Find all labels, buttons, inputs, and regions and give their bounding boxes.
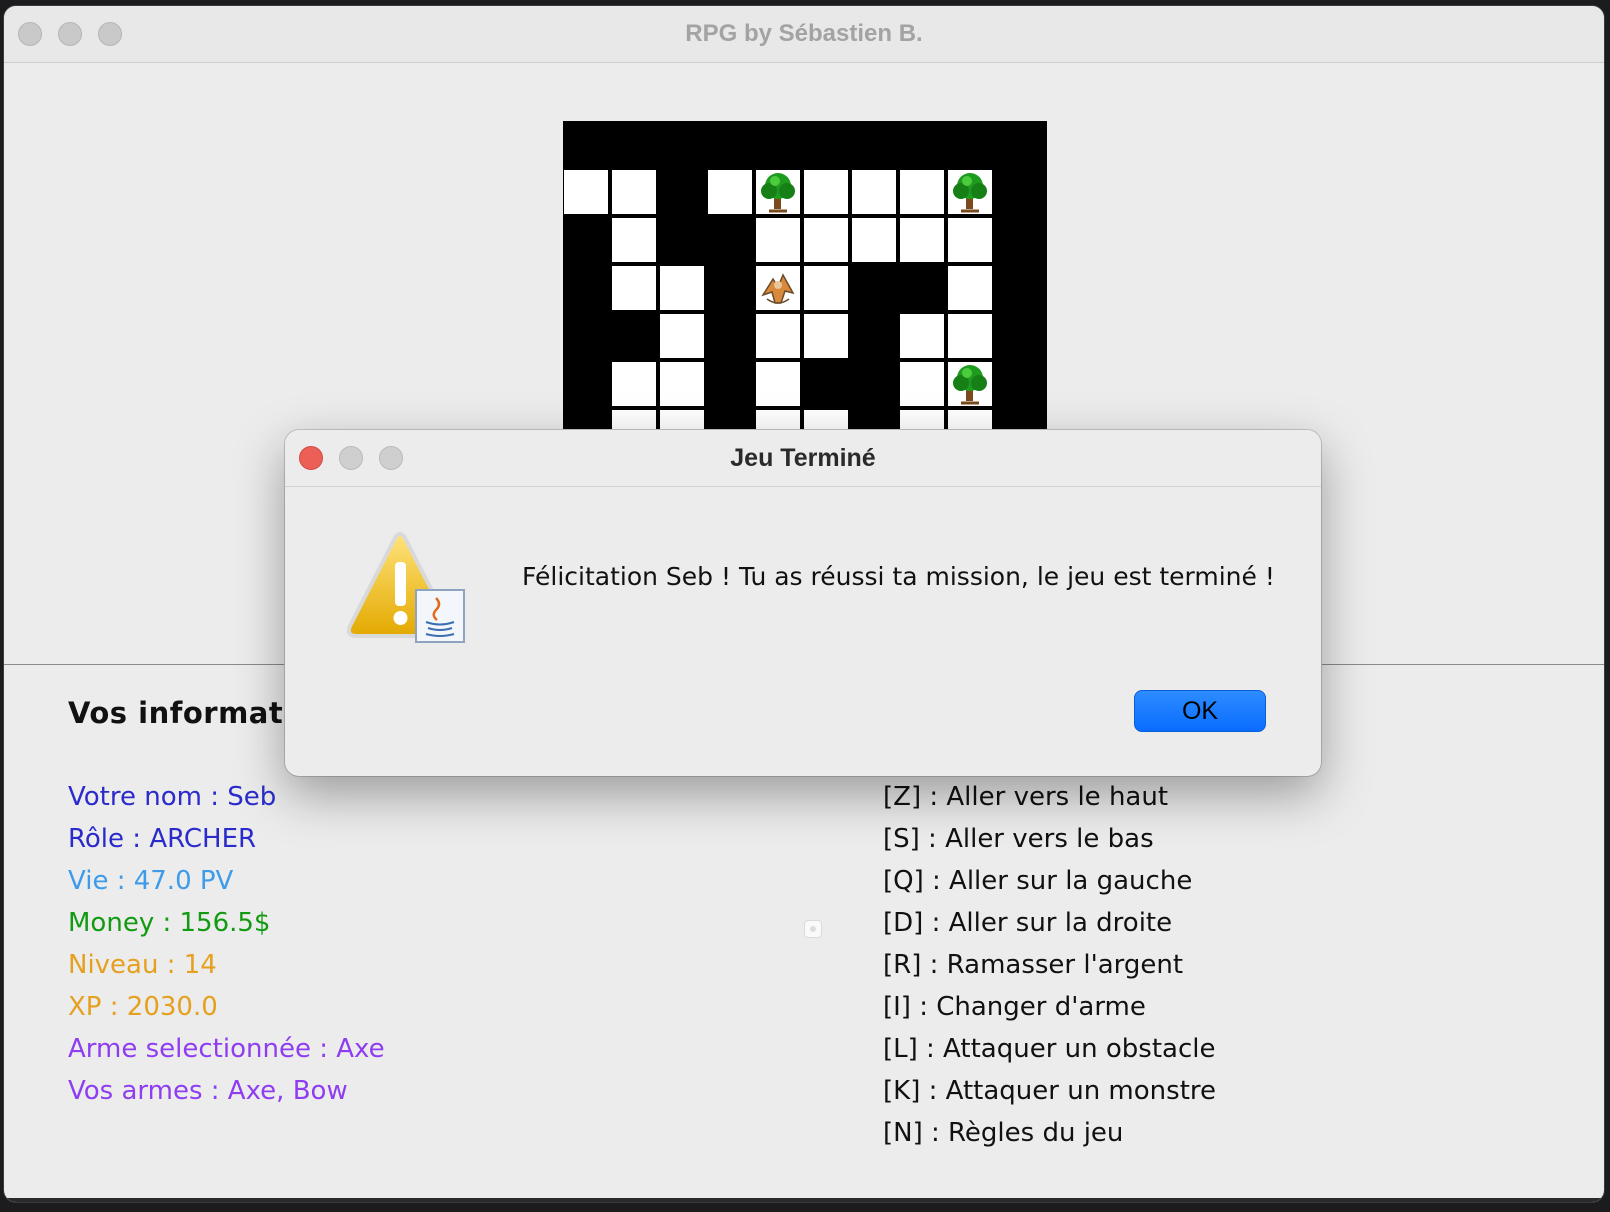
ok-button[interactable]: OK [1134, 690, 1266, 732]
control-hint: [Q] : Aller sur la gauche [883, 866, 1193, 896]
player-stat: Votre nom : Seb [68, 782, 277, 812]
floor-cell [803, 313, 849, 359]
floor-cell [755, 217, 801, 263]
floor-cell [755, 361, 801, 407]
floor-cell [899, 409, 945, 431]
dialog-titlebar[interactable]: Jeu Terminé [285, 430, 1321, 487]
floor-cell [611, 409, 657, 431]
tree-cell [947, 169, 993, 215]
control-hint: [K] : Attaquer un monstre [883, 1076, 1216, 1106]
control-hint: [I] : Changer d'arme [883, 992, 1146, 1022]
window-titlebar[interactable]: RPG by Sébastien B. [4, 6, 1604, 63]
floor-cell [659, 361, 705, 407]
player-stat: Rôle : ARCHER [68, 824, 257, 854]
game-board [563, 121, 1047, 431]
monster-cell [755, 265, 801, 311]
player-stat: Vos armes : Axe, Bow [68, 1076, 348, 1106]
control-hint: [N] : Règles du jeu [883, 1118, 1124, 1148]
floor-cell [899, 169, 945, 215]
floor-cell [755, 313, 801, 359]
control-hint: [L] : Attaquer un obstacle [883, 1034, 1216, 1064]
window-bottom-edge [4, 1198, 1604, 1202]
floor-cell [611, 217, 657, 263]
floor-cell [707, 169, 753, 215]
tree-icon [755, 169, 801, 215]
floor-cell [851, 217, 897, 263]
floor-cell [611, 265, 657, 311]
dialog-message: Félicitation Seb ! Tu as réussi ta missi… [522, 562, 1275, 591]
floor-cell [611, 361, 657, 407]
floor-cell [563, 169, 609, 215]
player-stat: Money : 156.5$ [68, 908, 271, 938]
tree-cell [755, 169, 801, 215]
window-title: RPG by Sébastien B. [685, 20, 923, 47]
control-hint: [Z] : Aller vers le haut [883, 782, 1169, 812]
floor-cell [947, 313, 993, 359]
floor-cell [899, 361, 945, 407]
floor-cell [803, 265, 849, 311]
floor-cell [611, 169, 657, 215]
floor-cell [851, 169, 897, 215]
player-stat: Arme selectionnée : Axe [68, 1034, 385, 1064]
control-hint: [D] : Aller sur la droite [883, 908, 1173, 938]
tree-icon [947, 361, 993, 407]
floor-cell [659, 265, 705, 311]
dialog-title: Jeu Terminé [730, 444, 876, 472]
floor-cell [899, 217, 945, 263]
player-stat: Niveau : 14 [68, 950, 217, 980]
player-stat: Vie : 47.0 PV [68, 866, 234, 896]
player-stat: XP : 2030.0 [68, 992, 218, 1022]
floor-cell [659, 313, 705, 359]
floor-cell [899, 313, 945, 359]
floor-cell [947, 217, 993, 263]
radio-dot[interactable] [804, 920, 822, 938]
floor-cell [803, 409, 849, 431]
floor-cell [659, 409, 705, 431]
warning-java-icon [346, 532, 465, 643]
floor-cell [803, 217, 849, 263]
floor-cell [947, 409, 993, 431]
dragon-monster-icon [755, 265, 801, 311]
info-heading: Vos informatio [68, 696, 315, 730]
floor-cell [947, 265, 993, 311]
floor-cell [755, 409, 801, 431]
game-over-dialog: Jeu Terminé Félicitation Seb ! Tu as réu… [285, 430, 1321, 776]
control-hint: [R] : Ramasser l'argent [883, 950, 1184, 980]
floor-cell [803, 169, 849, 215]
control-hint: [S] : Aller vers le bas [883, 824, 1154, 854]
tree-icon [947, 169, 993, 215]
tree-cell [947, 361, 993, 407]
